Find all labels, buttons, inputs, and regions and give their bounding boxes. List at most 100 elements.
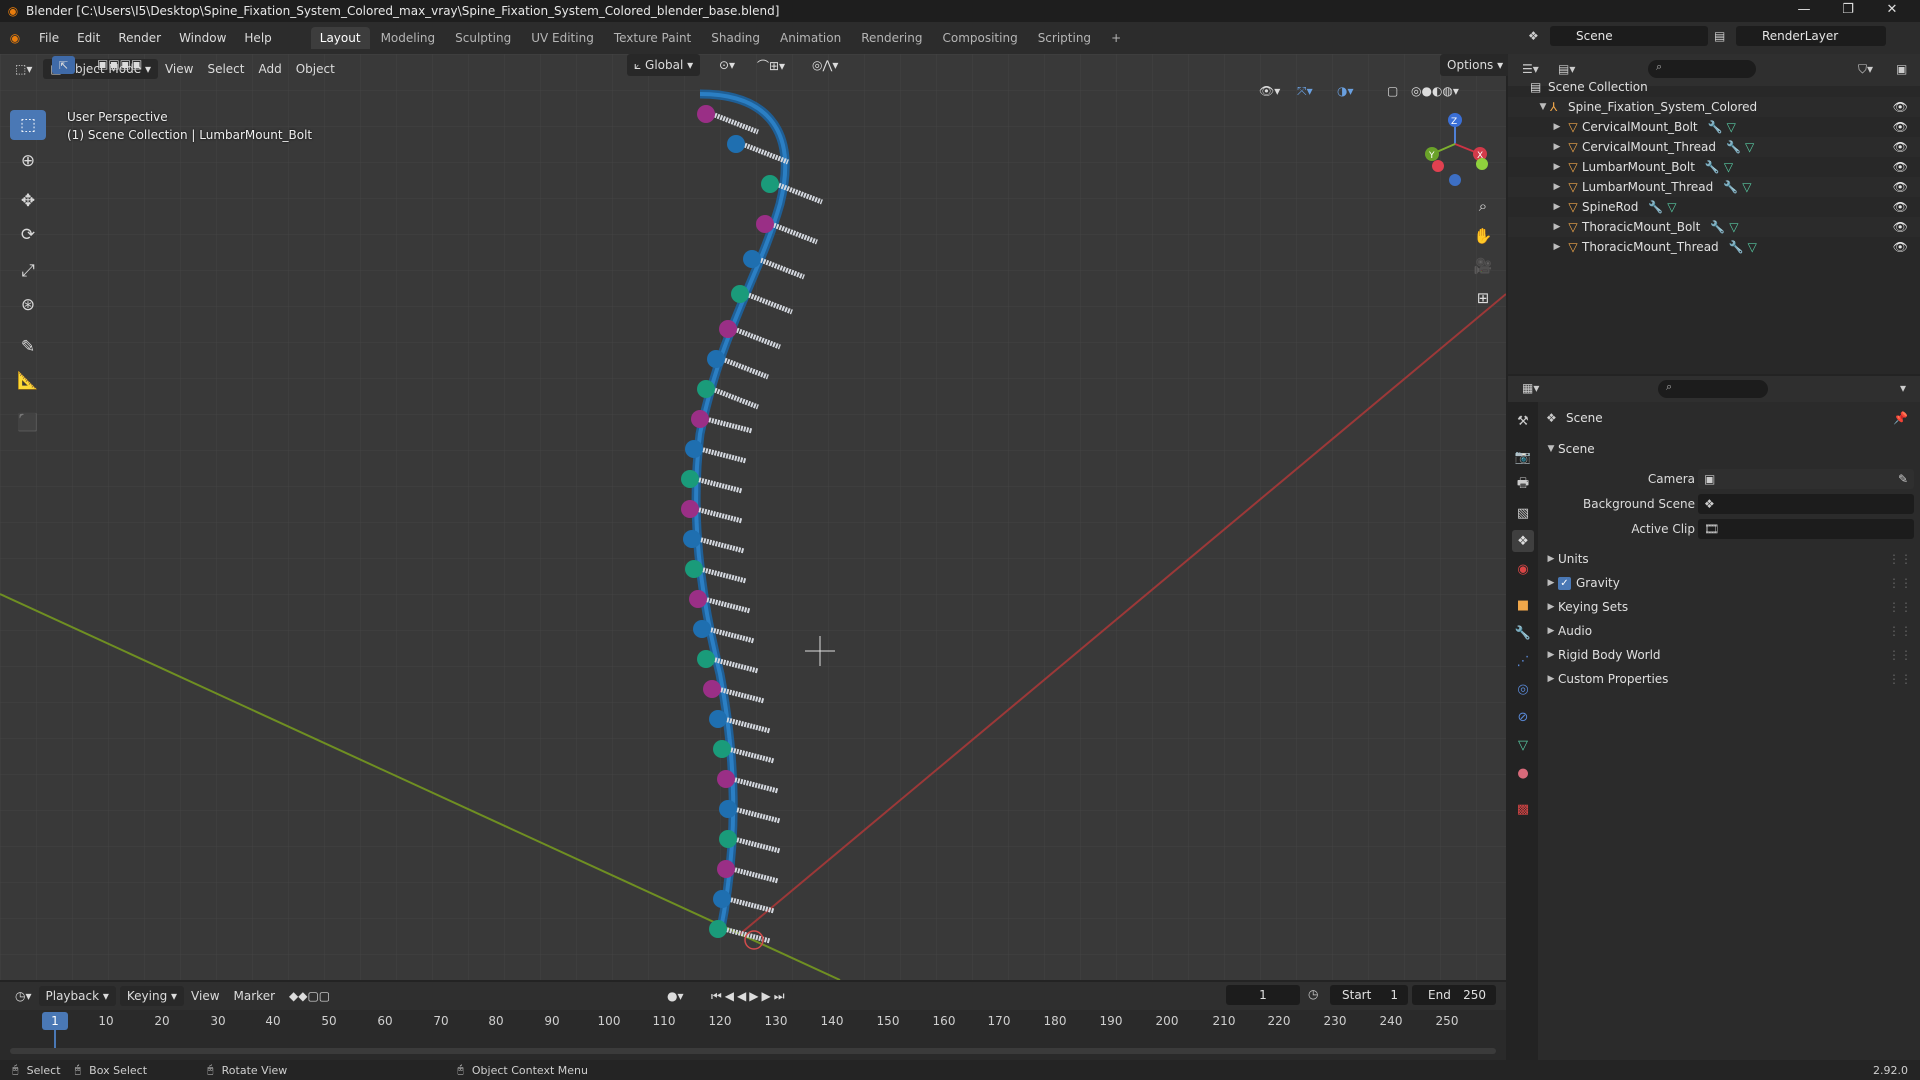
modifier-wrench-icon[interactable]: 🔧 <box>1648 200 1663 214</box>
tab-texture-paint[interactable]: Texture Paint <box>605 27 700 49</box>
add-workspace-button[interactable]: + <box>1102 27 1130 49</box>
outliner-item[interactable]: ▶ ▽ LumbarMount_Bolt 🔧 ▽ 👁 <box>1508 157 1920 177</box>
start-frame-field[interactable]: Start 1 <box>1330 985 1408 1005</box>
record-button[interactable]: ●▾ <box>660 986 691 1006</box>
tab-animation[interactable]: Animation <box>771 27 850 49</box>
current-frame-field[interactable]: 1 <box>1226 985 1300 1005</box>
options-dropdown[interactable]: Options ▾ <box>1440 54 1511 76</box>
outliner-item[interactable]: ▶ ▽ ThoracicMount_Thread 🔧 ▽ 👁 <box>1508 237 1920 257</box>
tab-modifiers[interactable]: 🔧 <box>1512 622 1534 644</box>
drag-handle-icon[interactable]: ⋮⋮ <box>1888 672 1912 686</box>
properties-section-header[interactable]: ▶ Keying Sets ⋮⋮ <box>1538 596 1920 618</box>
tab-view-layer[interactable]: ▧ <box>1512 502 1534 524</box>
mesh-data-icon[interactable]: ▽ <box>1748 240 1757 254</box>
outliner-item[interactable]: ▶ ▽ ThoracicMount_Bolt 🔧 ▽ 👁 <box>1508 217 1920 237</box>
keyframe-icons[interactable]: ◆◆▢▢ <box>282 986 337 1006</box>
scene-selector[interactable]: ❖ Scene <box>1528 26 1708 46</box>
viewport-menu-view[interactable]: View <box>158 59 200 79</box>
view-layer-selector[interactable]: ▤ RenderLayer <box>1714 26 1886 46</box>
gizmo-neg-z-icon[interactable] <box>1449 174 1461 186</box>
cursor-tool-button[interactable]: ⊕ <box>10 146 46 176</box>
outliner-editor-icon[interactable]: ☰▾ <box>1522 62 1539 76</box>
overlay-toggle-icon[interactable]: ◑▾ <box>1330 80 1361 102</box>
playhead-frame-badge[interactable]: 1 <box>42 1012 68 1030</box>
visibility-eye-icon[interactable]: 👁 <box>1893 100 1908 114</box>
3d-viewport[interactable]: Z X Y <box>0 54 1506 980</box>
properties-section-header[interactable]: ▶ Custom Properties ⋮⋮ <box>1538 668 1920 690</box>
modifier-wrench-icon[interactable]: 🔧 <box>1723 180 1738 194</box>
expand-right-icon[interactable]: ▶ <box>1550 222 1564 232</box>
mesh-data-icon[interactable]: ▽ <box>1729 220 1738 234</box>
drag-handle-icon[interactable]: ⋮⋮ <box>1888 600 1912 614</box>
drag-handle-icon[interactable]: ⋮⋮ <box>1888 552 1912 566</box>
outliner-scene-collection[interactable]: ▤ Scene Collection <box>1508 77 1920 97</box>
mesh-data-icon[interactable]: ▽ <box>1724 160 1733 174</box>
menu-edit[interactable]: Edit <box>68 31 109 45</box>
tab-data[interactable]: ▽ <box>1512 734 1534 756</box>
editor-type-icon[interactable]: ⬚▾ <box>8 59 39 79</box>
scene-panel-header[interactable]: ▼ Scene <box>1538 438 1920 460</box>
timeline-scrollbar[interactable] <box>10 1048 1496 1054</box>
eyedropper-icon[interactable]: ✎ <box>1898 472 1908 486</box>
menu-window[interactable]: Window <box>170 31 235 45</box>
expand-right-icon[interactable]: ▶ <box>1550 162 1564 172</box>
visibility-icon[interactable]: 👁▾ <box>1252 80 1287 102</box>
scale-tool-button[interactable]: ⤢ <box>10 256 46 286</box>
tab-compositing[interactable]: Compositing <box>933 27 1026 49</box>
rotate-tool-button[interactable]: ⟳ <box>10 220 46 250</box>
end-frame-field[interactable]: End 250 <box>1412 985 1496 1005</box>
outliner-item[interactable]: ▶ ▽ CervicalMount_Thread 🔧 ▽ 👁 <box>1508 137 1920 157</box>
properties-section-header[interactable]: ▶ Audio ⋮⋮ <box>1538 620 1920 642</box>
gizmo-neg-x-icon[interactable] <box>1432 160 1444 172</box>
outliner-collection-row[interactable]: ▼ ⅄ Spine_Fixation_System_Colored 👁 <box>1508 97 1920 117</box>
tab-constraints[interactable]: ⊘ <box>1512 706 1534 728</box>
selection-mode-icons[interactable]: ▣▣▣▣ <box>90 54 149 74</box>
tab-output[interactable]: 🖶 <box>1512 474 1534 496</box>
select-box-tool-icon[interactable]: ⇱ <box>52 56 76 74</box>
annotate-tool-button[interactable]: ✎ <box>10 332 46 362</box>
menu-help[interactable]: Help <box>235 31 280 45</box>
tab-uv-editing[interactable]: UV Editing <box>522 27 603 49</box>
timeline-menu-marker[interactable]: Marker <box>227 986 282 1006</box>
playback-menu[interactable]: Playback ▾ <box>38 986 116 1006</box>
visibility-eye-icon[interactable]: 👁 <box>1893 140 1908 154</box>
expand-right-icon[interactable]: ▶ <box>1550 242 1564 252</box>
visibility-eye-icon[interactable]: 👁 <box>1893 180 1908 194</box>
tab-rendering[interactable]: Rendering <box>852 27 931 49</box>
mesh-data-icon[interactable]: ▽ <box>1742 180 1751 194</box>
ortho-toggle-button[interactable]: ⊞ <box>1469 284 1497 312</box>
outliner-item[interactable]: ▶ ▽ LumbarMount_Thread 🔧 ▽ 👁 <box>1508 177 1920 197</box>
tab-sculpting[interactable]: Sculpting <box>446 27 520 49</box>
outliner-item[interactable]: ▶ ▽ CervicalMount_Bolt 🔧 ▽ 👁 <box>1508 117 1920 137</box>
properties-editor-icon[interactable]: ▦▾ <box>1522 381 1539 395</box>
maximize-button[interactable]: ❐ <box>1826 0 1870 22</box>
close-button[interactable]: ✕ <box>1870 0 1914 22</box>
clock-icon[interactable]: ◷ <box>1308 987 1318 1001</box>
zoom-view-button[interactable]: ⌕ <box>1469 192 1497 220</box>
mesh-data-icon[interactable]: ▽ <box>1667 200 1676 214</box>
expand-right-icon[interactable]: ▶ <box>1550 122 1564 132</box>
drag-handle-icon[interactable]: ⋮⋮ <box>1888 648 1912 662</box>
visibility-eye-icon[interactable]: 👁 <box>1893 120 1908 134</box>
tab-modeling[interactable]: Modeling <box>372 27 445 49</box>
select-box-tool-button[interactable]: ⬚ <box>10 110 46 140</box>
keying-menu[interactable]: Keying ▾ <box>119 986 185 1006</box>
mesh-data-icon[interactable]: ▽ <box>1727 120 1736 134</box>
viewport-menu-select[interactable]: Select <box>200 59 251 79</box>
outliner-search-input[interactable]: ⌕ <box>1648 60 1756 78</box>
modifier-wrench-icon[interactable]: 🔧 <box>1708 120 1723 134</box>
timeline-editor-icon[interactable]: ◷▾ <box>8 986 39 1006</box>
xray-icon[interactable]: ▢ <box>1380 80 1405 102</box>
tab-scene[interactable]: ❖ <box>1512 530 1534 552</box>
transform-tool-button[interactable]: ⊛ <box>10 290 46 320</box>
background-scene-field[interactable]: ❖ <box>1698 494 1914 514</box>
tab-texture[interactable]: ▩ <box>1512 798 1534 820</box>
transform-orientation-dropdown[interactable]: ⟀ Global ▾ <box>627 54 701 76</box>
modifier-wrench-icon[interactable]: 🔧 <box>1726 140 1741 154</box>
modifier-wrench-icon[interactable]: 🔧 <box>1705 160 1720 174</box>
camera-field[interactable]: ▣ ✎ <box>1698 469 1914 489</box>
menu-render[interactable]: Render <box>109 31 170 45</box>
tab-layout[interactable]: Layout <box>310 27 370 49</box>
active-clip-field[interactable]: 🎞 <box>1698 519 1914 539</box>
properties-section-header[interactable]: ▶ Units ⋮⋮ <box>1538 548 1920 570</box>
